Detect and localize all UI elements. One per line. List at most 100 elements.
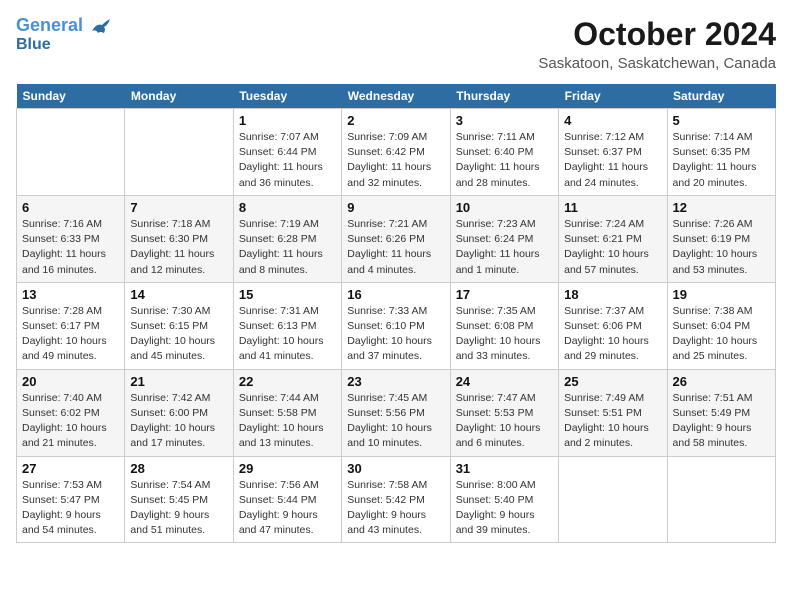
- logo-subtext: Blue: [16, 36, 51, 54]
- title-block: October 2024 Saskatoon, Saskatchewan, Ca…: [538, 16, 776, 72]
- calendar-cell: 11Sunrise: 7:24 AM Sunset: 6:21 PM Dayli…: [559, 195, 667, 282]
- calendar-cell: 25 Sunrise: 7:49 AM Sunset: 5:51 PM Dayli…: [559, 369, 667, 456]
- day-number: 23: [347, 374, 444, 389]
- day-number: 16: [347, 287, 444, 302]
- location-title: Saskatoon, Saskatchewan, Canada: [538, 55, 776, 72]
- day-number: 29: [239, 461, 336, 476]
- calendar-cell: 3 Sunrise: 7:11 AM Sunset: 6:40 PM Daylig…: [450, 109, 558, 196]
- day-number: 24: [456, 374, 553, 389]
- day-number: 12: [673, 200, 770, 215]
- day-number: 3: [456, 113, 553, 128]
- calendar-cell: 18Sunrise: 7:37 AM Sunset: 6:06 PM Dayli…: [559, 282, 667, 369]
- day-number: 18: [564, 287, 661, 302]
- calendar-cell: 22 Sunrise: 7:44 AM Sunset: 5:58 PM Dayli…: [233, 369, 341, 456]
- calendar-cell: 14 Sunrise: 7:30 AM Sunset: 6:15 PM Dayli…: [125, 282, 233, 369]
- day-info: Sunrise: 7:42 AM Sunset: 6:00 PM Dayligh…: [130, 391, 227, 452]
- day-info: Sunrise: 7:51 AM Sunset: 5:49 PM Dayligh…: [673, 391, 770, 452]
- calendar-cell: 12 Sunrise: 7:26 AM Sunset: 6:19 PM Dayli…: [667, 195, 775, 282]
- calendar-cell: 9Sunrise: 7:21 AM Sunset: 6:26 PM Daylig…: [342, 195, 450, 282]
- day-info: Sunrise: 7:09 AM Sunset: 6:42 PM Dayligh…: [347, 130, 444, 191]
- weekday-header-tuesday: Tuesday: [233, 84, 341, 109]
- day-info: Sunrise: 7:44 AM Sunset: 5:58 PM Dayligh…: [239, 391, 336, 452]
- calendar-cell: 27 Sunrise: 7:53 AM Sunset: 5:47 PM Dayli…: [17, 456, 125, 543]
- calendar-cell: 10 Sunrise: 7:23 AM Sunset: 6:24 PM Dayli…: [450, 195, 558, 282]
- day-number: 25: [564, 374, 661, 389]
- calendar-cell: 28Sunrise: 7:54 AM Sunset: 5:45 PM Dayli…: [125, 456, 233, 543]
- day-number: 27: [22, 461, 119, 476]
- day-number: 21: [130, 374, 227, 389]
- day-number: 6: [22, 200, 119, 215]
- day-number: 17: [456, 287, 553, 302]
- day-number: 19: [673, 287, 770, 302]
- weekday-header-wednesday: Wednesday: [342, 84, 450, 109]
- day-info: Sunrise: 7:58 AM Sunset: 5:42 PM Dayligh…: [347, 478, 444, 539]
- day-info: Sunrise: 7:14 AM Sunset: 6:35 PM Dayligh…: [673, 130, 770, 191]
- calendar-cell: 5 Sunrise: 7:14 AM Sunset: 6:35 PM Daylig…: [667, 109, 775, 196]
- day-info: Sunrise: 7:38 AM Sunset: 6:04 PM Dayligh…: [673, 304, 770, 365]
- weekday-header-thursday: Thursday: [450, 84, 558, 109]
- day-info: Sunrise: 7:26 AM Sunset: 6:19 PM Dayligh…: [673, 217, 770, 278]
- day-info: Sunrise: 7:19 AM Sunset: 6:28 PM Dayligh…: [239, 217, 336, 278]
- day-number: 28: [130, 461, 227, 476]
- day-info: Sunrise: 7:45 AM Sunset: 5:56 PM Dayligh…: [347, 391, 444, 452]
- day-number: 10: [456, 200, 553, 215]
- day-info: Sunrise: 7:12 AM Sunset: 6:37 PM Dayligh…: [564, 130, 661, 191]
- day-info: Sunrise: 7:56 AM Sunset: 5:44 PM Dayligh…: [239, 478, 336, 539]
- calendar-cell: 31 Sunrise: 8:00 AM Sunset: 5:40 PM Dayli…: [450, 456, 558, 543]
- day-number: 5: [673, 113, 770, 128]
- day-info: Sunrise: 7:30 AM Sunset: 6:15 PM Dayligh…: [130, 304, 227, 365]
- day-info: Sunrise: 7:53 AM Sunset: 5:47 PM Dayligh…: [22, 478, 119, 539]
- day-number: 7: [130, 200, 227, 215]
- calendar-week-row: 27 Sunrise: 7:53 AM Sunset: 5:47 PM Dayli…: [17, 456, 776, 543]
- day-number: 22: [239, 374, 336, 389]
- logo-bird-icon: [90, 17, 112, 35]
- day-info: Sunrise: 7:18 AM Sunset: 6:30 PM Dayligh…: [130, 217, 227, 278]
- day-info: Sunrise: 7:49 AM Sunset: 5:51 PM Dayligh…: [564, 391, 661, 452]
- calendar-cell: 29 Sunrise: 7:56 AM Sunset: 5:44 PM Dayli…: [233, 456, 341, 543]
- day-number: 15: [239, 287, 336, 302]
- calendar-week-row: 13 Sunrise: 7:28 AM Sunset: 6:17 PM Dayli…: [17, 282, 776, 369]
- calendar-cell: 30 Sunrise: 7:58 AM Sunset: 5:42 PM Dayli…: [342, 456, 450, 543]
- calendar-week-row: 6 Sunrise: 7:16 AM Sunset: 6:33 PM Daylig…: [17, 195, 776, 282]
- day-number: 4: [564, 113, 661, 128]
- logo: General Blue: [16, 16, 112, 53]
- calendar-cell: 1Sunrise: 7:07 AM Sunset: 6:44 PM Daylig…: [233, 109, 341, 196]
- day-info: Sunrise: 7:31 AM Sunset: 6:13 PM Dayligh…: [239, 304, 336, 365]
- day-number: 13: [22, 287, 119, 302]
- calendar-cell: 6 Sunrise: 7:16 AM Sunset: 6:33 PM Daylig…: [17, 195, 125, 282]
- calendar-cell: 21 Sunrise: 7:42 AM Sunset: 6:00 PM Dayli…: [125, 369, 233, 456]
- day-info: Sunrise: 7:35 AM Sunset: 6:08 PM Dayligh…: [456, 304, 553, 365]
- calendar-cell: [559, 456, 667, 543]
- calendar-cell: 26 Sunrise: 7:51 AM Sunset: 5:49 PM Dayli…: [667, 369, 775, 456]
- calendar-cell: 19 Sunrise: 7:38 AM Sunset: 6:04 PM Dayli…: [667, 282, 775, 369]
- day-number: 1: [239, 113, 336, 128]
- logo-text: General: [16, 16, 112, 36]
- day-info: Sunrise: 7:33 AM Sunset: 6:10 PM Dayligh…: [347, 304, 444, 365]
- day-info: Sunrise: 7:23 AM Sunset: 6:24 PM Dayligh…: [456, 217, 553, 278]
- calendar-cell: 13 Sunrise: 7:28 AM Sunset: 6:17 PM Dayli…: [17, 282, 125, 369]
- day-info: Sunrise: 7:16 AM Sunset: 6:33 PM Dayligh…: [22, 217, 119, 278]
- day-info: Sunrise: 8:00 AM Sunset: 5:40 PM Dayligh…: [456, 478, 553, 539]
- calendar-cell: 7 Sunrise: 7:18 AM Sunset: 6:30 PM Daylig…: [125, 195, 233, 282]
- calendar-cell: 17 Sunrise: 7:35 AM Sunset: 6:08 PM Dayli…: [450, 282, 558, 369]
- day-info: Sunrise: 7:28 AM Sunset: 6:17 PM Dayligh…: [22, 304, 119, 365]
- day-number: 8: [239, 200, 336, 215]
- day-info: Sunrise: 7:24 AM Sunset: 6:21 PM Dayligh…: [564, 217, 661, 278]
- day-info: Sunrise: 7:21 AM Sunset: 6:26 PM Dayligh…: [347, 217, 444, 278]
- month-title: October 2024: [538, 16, 776, 53]
- day-number: 30: [347, 461, 444, 476]
- calendar-cell: [17, 109, 125, 196]
- weekday-header-saturday: Saturday: [667, 84, 775, 109]
- day-number: 26: [673, 374, 770, 389]
- weekday-header-monday: Monday: [125, 84, 233, 109]
- day-number: 2: [347, 113, 444, 128]
- day-info: Sunrise: 7:47 AM Sunset: 5:53 PM Dayligh…: [456, 391, 553, 452]
- day-number: 14: [130, 287, 227, 302]
- calendar-week-row: 1Sunrise: 7:07 AM Sunset: 6:44 PM Daylig…: [17, 109, 776, 196]
- day-info: Sunrise: 7:11 AM Sunset: 6:40 PM Dayligh…: [456, 130, 553, 191]
- calendar-cell: 8 Sunrise: 7:19 AM Sunset: 6:28 PM Daylig…: [233, 195, 341, 282]
- calendar-table: SundayMondayTuesdayWednesdayThursdayFrid…: [16, 84, 776, 543]
- day-info: Sunrise: 7:40 AM Sunset: 6:02 PM Dayligh…: [22, 391, 119, 452]
- calendar-cell: 2 Sunrise: 7:09 AM Sunset: 6:42 PM Daylig…: [342, 109, 450, 196]
- day-number: 31: [456, 461, 553, 476]
